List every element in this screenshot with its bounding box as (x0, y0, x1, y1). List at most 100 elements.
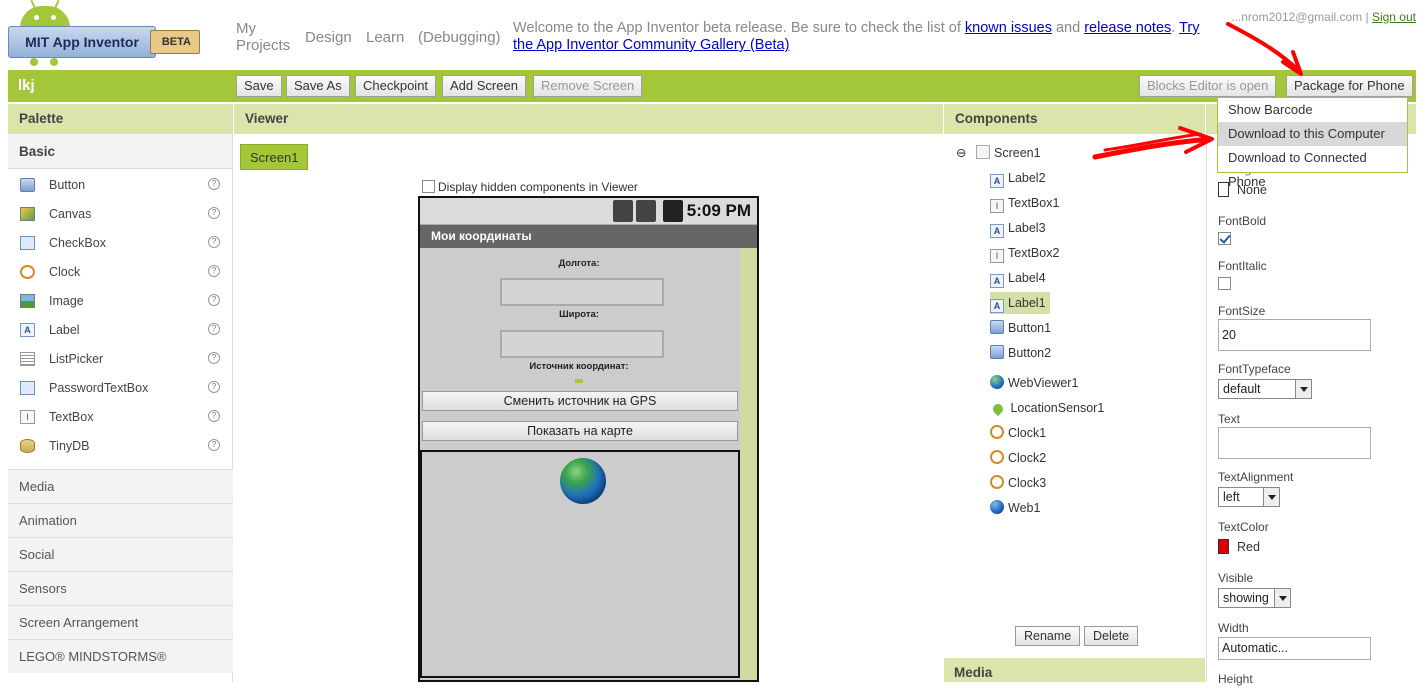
display-hidden-toggle[interactable]: Display hidden components in Viewer (422, 180, 638, 194)
palette-item-checkbox[interactable]: CheckBox? (8, 230, 233, 258)
add-screen-button[interactable]: Add Screen (442, 75, 526, 97)
palette-basic-category[interactable]: Basic (8, 134, 232, 169)
rename-button[interactable]: Rename (1015, 626, 1081, 646)
tree-item[interactable]: A Label4 (990, 267, 1046, 289)
label1-marker[interactable] (575, 379, 583, 383)
tree-item[interactable]: Button2 (990, 342, 1051, 364)
gallery-link[interactable]: the App Inventor Community Gallery (Beta… (513, 37, 789, 53)
nav-debugging[interactable]: (Debugging) (418, 29, 501, 46)
phone-scrollbar[interactable] (740, 248, 757, 680)
palette-item-image[interactable]: Image? (8, 288, 233, 316)
tree-item[interactable]: I TextBox2 (990, 242, 1059, 264)
tree-item[interactable]: WebViewer1 (990, 372, 1078, 394)
screen-tab[interactable]: Screen1 (240, 144, 309, 170)
prop-textalignment-select[interactable]: left (1218, 487, 1280, 507)
textbox-longitude[interactable] (500, 278, 664, 306)
palette-item-button[interactable]: Button? (8, 172, 233, 200)
help-icon[interactable]: ? (208, 410, 220, 422)
prop-width-input[interactable]: Automatic... (1218, 637, 1371, 660)
palette-item-canvas[interactable]: Canvas? (8, 201, 233, 229)
viewer-panel: Screen1 Display hidden components in Vie… (234, 134, 943, 682)
tree-item[interactable]: I TextBox1 (990, 192, 1059, 214)
webviewer-preview[interactable] (420, 450, 740, 678)
palette-item-clock[interactable]: Clock? (8, 259, 233, 287)
tree-collapse-icon[interactable]: ⊖ (956, 142, 966, 164)
viewer-header: Viewer (234, 104, 943, 134)
tree-item-screen1[interactable]: Screen1 (976, 142, 1041, 164)
help-icon[interactable]: ? (208, 265, 220, 277)
save-as-button[interactable]: Save As (286, 75, 350, 97)
palette-category-social[interactable]: Social (8, 537, 233, 571)
checkbox[interactable] (422, 180, 435, 193)
tree-item[interactable]: A Label2 (990, 167, 1046, 189)
help-icon[interactable]: ? (208, 439, 220, 451)
known-issues-link[interactable]: known issues (965, 20, 1052, 36)
prop-text-input[interactable] (1218, 427, 1371, 459)
palette-category-screen-arrangement[interactable]: Screen Arrangement (8, 605, 233, 639)
menu-download-computer[interactable]: Download to this Computer (1218, 122, 1407, 146)
help-icon[interactable]: ? (208, 207, 220, 219)
prop-fontbold-checkbox[interactable] (1218, 232, 1234, 246)
tree-item[interactable]: Web1 (990, 497, 1040, 519)
android-leg-icon (30, 58, 38, 66)
textbox-latitude[interactable] (500, 330, 664, 358)
release-notes-link[interactable]: release notes (1084, 20, 1171, 36)
tree-item[interactable]: LocationSensor1 (990, 397, 1104, 419)
palette-item-textbox[interactable]: I TextBox? (8, 404, 233, 432)
android-head-icon (20, 6, 70, 28)
palette-item-listpicker[interactable]: ListPicker? (8, 346, 233, 374)
help-icon[interactable]: ? (208, 236, 220, 248)
blocks-editor-button[interactable]: Blocks Editor is open (1139, 75, 1277, 97)
prop-fontsize-input[interactable]: 20 (1218, 319, 1371, 351)
prop-visible-select[interactable]: showing (1218, 588, 1291, 608)
sign-out-link[interactable]: Sign out (1372, 10, 1416, 24)
chevron-down-icon (1274, 589, 1290, 607)
prop-fonttypeface-select[interactable]: default (1218, 379, 1312, 399)
nav-my-projects[interactable]: My Projects (236, 20, 290, 54)
button-show-map[interactable]: Показать на карте (422, 421, 738, 441)
tree-item[interactable]: Clock2 (990, 447, 1046, 469)
checkpoint-button[interactable]: Checkpoint (355, 75, 437, 97)
button-switch-gps[interactable]: Сменить источник на GPS (422, 391, 738, 411)
palette-category-media[interactable]: Media (8, 469, 233, 503)
help-icon[interactable]: ? (208, 294, 220, 306)
palette-category-lego[interactable]: LEGO® MINDSTORMS® (8, 639, 233, 673)
package-for-phone-button[interactable]: Package for Phone (1286, 75, 1413, 97)
tree-item-selected[interactable]: A Label1 (990, 292, 1050, 314)
screen-icon (976, 145, 990, 159)
palette-category-animation[interactable]: Animation (8, 503, 233, 537)
palette-item-label[interactable]: A Label? (8, 317, 233, 345)
palette-item-tinydb[interactable]: TinyDB? (8, 433, 233, 461)
remove-screen-button[interactable]: Remove Screen (533, 75, 643, 97)
tree-item[interactable]: A Label3 (990, 217, 1046, 239)
help-icon[interactable]: ? (208, 323, 220, 335)
prop-label-text: Text (1218, 412, 1241, 426)
checkbox[interactable] (1218, 277, 1231, 290)
delete-button[interactable]: Delete (1084, 626, 1139, 646)
label-icon: A (990, 174, 1004, 188)
database-icon (20, 439, 35, 453)
phone-status-bar: 5:09 PM (420, 198, 757, 225)
help-icon[interactable]: ? (208, 381, 220, 393)
label-source[interactable]: Источник координат: (420, 361, 738, 372)
prop-textcolor[interactable]: Red (1218, 539, 1260, 554)
label-latitude[interactable]: Широта: (420, 309, 738, 320)
nav-learn[interactable]: Learn (366, 29, 404, 46)
checkbox-checked[interactable] (1218, 232, 1231, 245)
app-inventor-logo[interactable]: MIT App Inventor BETA (8, 4, 208, 66)
menu-show-barcode[interactable]: Show Barcode (1218, 98, 1407, 122)
try-link[interactable]: Try (1179, 20, 1199, 36)
palette-item-passwordtextbox[interactable]: PasswordTextBox? (8, 375, 233, 403)
menu-download-phone[interactable]: Download to Connected Phone (1218, 146, 1407, 189)
nav-design[interactable]: Design (305, 29, 352, 46)
label-longitude[interactable]: Долгота: (420, 258, 738, 269)
android-leg-icon (50, 58, 58, 66)
tree-item[interactable]: Button1 (990, 317, 1051, 339)
help-icon[interactable]: ? (208, 178, 220, 190)
save-button[interactable]: Save (236, 75, 282, 97)
prop-fontitalic-checkbox[interactable] (1218, 277, 1234, 291)
help-icon[interactable]: ? (208, 352, 220, 364)
tree-item[interactable]: Clock3 (990, 472, 1046, 494)
tree-item[interactable]: Clock1 (990, 422, 1046, 444)
palette-category-sensors[interactable]: Sensors (8, 571, 233, 605)
